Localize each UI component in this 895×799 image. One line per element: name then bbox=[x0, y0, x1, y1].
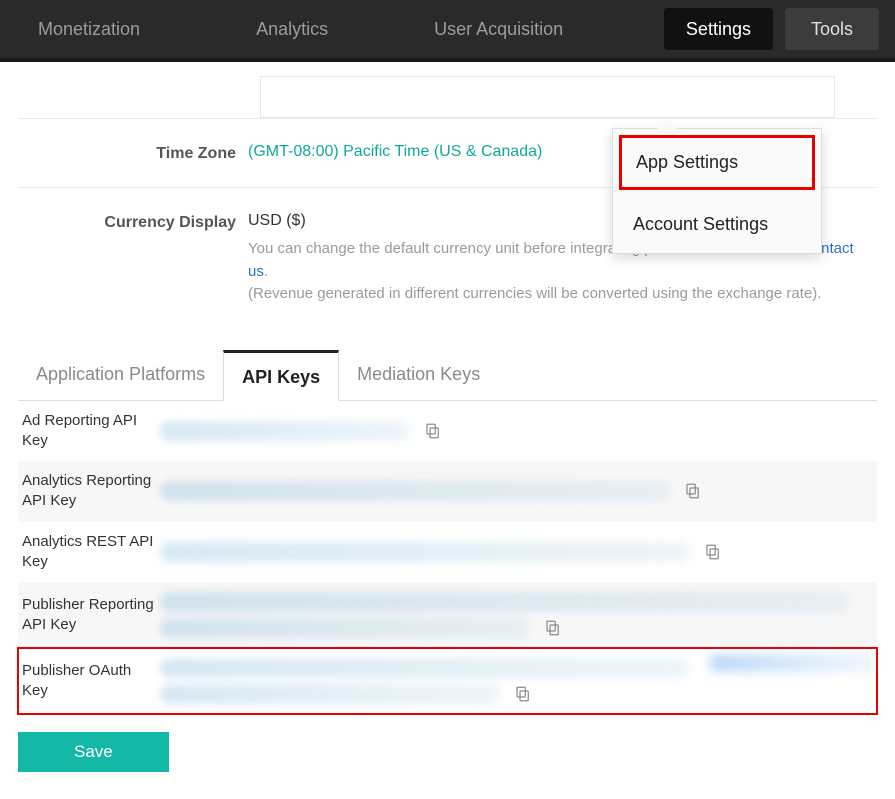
currency-note-suffix: . bbox=[264, 263, 268, 280]
tab-application-platforms[interactable]: Application Platforms bbox=[18, 350, 223, 400]
key-value-redacted bbox=[160, 421, 410, 441]
nav-settings[interactable]: Settings bbox=[664, 8, 773, 50]
settings-dropdown: App Settings Account Settings bbox=[612, 128, 822, 254]
copy-icon[interactable] bbox=[544, 619, 562, 637]
api-keys-list: Ad Reporting API Key Analytics Reporting… bbox=[18, 401, 877, 715]
key-label: Publisher Reporting API Key bbox=[18, 595, 160, 636]
key-label: Publisher OAuth Key bbox=[18, 661, 160, 702]
key-value-redacted bbox=[160, 481, 670, 501]
label-timezone: Time Zone bbox=[18, 143, 248, 163]
copy-icon[interactable] bbox=[684, 482, 702, 500]
top-nav: Monetization Analytics User Acquisition … bbox=[0, 0, 895, 62]
key-label: Analytics REST API Key bbox=[18, 532, 160, 573]
currency-note-2: (Revenue generated in different currenci… bbox=[248, 285, 821, 302]
key-value-redacted bbox=[160, 618, 530, 638]
table-row: Publisher Reporting API Key bbox=[18, 582, 877, 648]
nav-user-acquisition[interactable]: User Acquisition bbox=[406, 0, 591, 60]
timezone-value[interactable]: (GMT-08:00) Pacific Time (US & Canada) bbox=[248, 143, 542, 160]
key-value-redacted bbox=[160, 592, 850, 612]
label-currency: Currency Display bbox=[18, 212, 248, 232]
prev-field-input[interactable] bbox=[260, 76, 835, 118]
table-row: Analytics Reporting API Key bbox=[18, 461, 877, 522]
tab-mediation-keys[interactable]: Mediation Keys bbox=[339, 350, 498, 400]
copy-icon[interactable] bbox=[514, 685, 532, 703]
key-value-redacted bbox=[160, 658, 690, 678]
nav-analytics[interactable]: Analytics bbox=[228, 0, 356, 60]
copy-icon[interactable] bbox=[424, 422, 442, 440]
table-row: Ad Reporting API Key bbox=[18, 401, 877, 462]
dropdown-app-settings[interactable]: App Settings bbox=[619, 135, 815, 190]
key-label: Analytics Reporting API Key bbox=[18, 471, 160, 512]
key-value-redacted bbox=[160, 542, 690, 562]
copy-icon[interactable] bbox=[704, 543, 722, 561]
nav-tools[interactable]: Tools bbox=[785, 8, 879, 50]
nav-monetization[interactable]: Monetization bbox=[10, 0, 168, 60]
key-value-redacted bbox=[160, 684, 500, 704]
table-row-highlighted: Publisher OAuth Key bbox=[18, 648, 877, 714]
dropdown-account-settings[interactable]: Account Settings bbox=[613, 196, 821, 253]
key-label: Ad Reporting API Key bbox=[18, 411, 160, 452]
tabs: Application Platforms API Keys Mediation… bbox=[18, 350, 877, 401]
tab-api-keys[interactable]: API Keys bbox=[223, 350, 339, 401]
table-row: Analytics REST API Key bbox=[18, 522, 877, 583]
overflow-redacted bbox=[709, 654, 879, 672]
save-button[interactable]: Save bbox=[18, 732, 169, 772]
